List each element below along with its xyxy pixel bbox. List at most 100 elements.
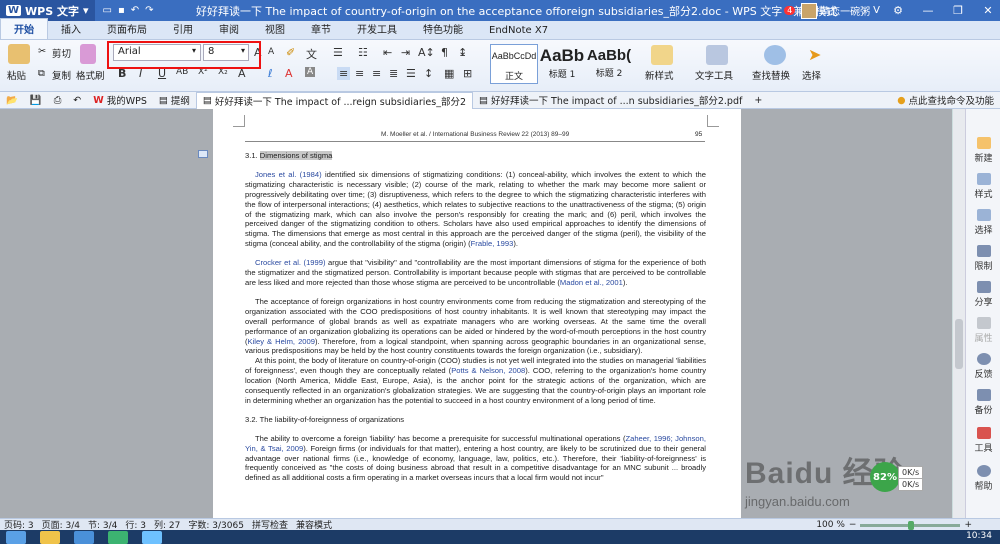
format-painter-button[interactable]: 格式刷 xyxy=(76,68,105,82)
text-effect-icon[interactable]: ℓ xyxy=(268,67,273,80)
shrink-font-icon[interactable]: A xyxy=(268,47,274,57)
find-replace-button[interactable]: 查找替换 xyxy=(752,68,790,82)
redo-icon[interactable]: ↷ xyxy=(145,5,153,16)
copy-icon[interactable]: ⧉ xyxy=(38,68,45,79)
cut-button[interactable]: 剪切 xyxy=(52,46,71,60)
sidebar-item-share[interactable]: 分享 xyxy=(966,281,1000,308)
taskbar-app-icon[interactable] xyxy=(142,531,162,544)
tab-view[interactable]: 视图 xyxy=(252,19,298,39)
save-icon[interactable]: ▪ xyxy=(118,5,125,16)
select-button[interactable]: 选择 xyxy=(802,68,821,82)
new-doc-icon[interactable]: ▭ xyxy=(103,5,112,16)
taskbar-app-icon[interactable] xyxy=(40,531,60,544)
minimize-button[interactable]: — xyxy=(916,0,940,21)
font-color-icon[interactable]: A xyxy=(285,67,293,80)
sidebar-item-select[interactable]: 选择 xyxy=(966,209,1000,236)
format-painter-icon[interactable] xyxy=(80,44,96,64)
text-tools-icon[interactable] xyxy=(706,45,728,65)
sidebar-item-tools[interactable]: 工具 xyxy=(966,427,1000,454)
new-tab-button[interactable]: + xyxy=(748,92,768,109)
cursor-arrow-icon[interactable]: ➤ xyxy=(808,45,821,64)
zoom-slider[interactable] xyxy=(860,520,961,530)
numbering-icon[interactable]: ☷ xyxy=(358,46,368,59)
zoom-level[interactable]: 100 % xyxy=(816,520,845,530)
citation-link[interactable]: Jones et al. (1984) xyxy=(255,170,322,179)
undo-icon[interactable]: ↶ xyxy=(131,5,139,16)
user-account[interactable]: 晴恋一碗粥 V xyxy=(801,2,880,19)
start-button[interactable] xyxy=(6,531,26,544)
tab-home[interactable]: 开始 xyxy=(0,18,48,39)
zoom-out-button[interactable]: − xyxy=(849,520,857,530)
sort-icon[interactable]: A↕ xyxy=(418,46,435,59)
paragraph-mark-icon[interactable]: ¶ xyxy=(441,46,448,59)
tab-insert[interactable]: 插入 xyxy=(48,19,94,39)
paste-icon[interactable] xyxy=(8,44,30,64)
print-icon[interactable]: ⎙ xyxy=(48,92,68,109)
settings-icon[interactable]: ⚙ xyxy=(886,0,910,21)
document-page[interactable]: M. Moeller et al. / International Busine… xyxy=(213,109,741,518)
clear-format-icon[interactable]: ✐ xyxy=(286,46,295,59)
tab-page-layout[interactable]: 页面布局 xyxy=(94,19,160,39)
tab-features[interactable]: 特色功能 xyxy=(410,19,476,39)
text-tools-button[interactable]: 文字工具 xyxy=(695,68,733,82)
tab-pdf-document[interactable]: ▤ 好好拜读一下 The impact of ...n subsidiaries… xyxy=(473,92,748,109)
document-body[interactable]: 3.1. Dimensions of stigma Jones et al. (… xyxy=(245,151,706,492)
sidebar-item-feedback[interactable]: 反馈 xyxy=(966,353,1000,380)
tab-my-wps[interactable]: W 我的WPS xyxy=(87,92,153,109)
undo-icon[interactable]: ↶ xyxy=(67,92,87,109)
save-icon[interactable]: 💾 xyxy=(24,92,48,109)
phonetic-icon[interactable]: 文 xyxy=(306,46,317,62)
find-replace-icon[interactable] xyxy=(764,45,786,65)
comment-marker-icon[interactable] xyxy=(198,150,208,158)
sidebar-item-properties[interactable]: 属性 xyxy=(966,317,1000,344)
borders-icon[interactable]: ⊞ xyxy=(463,67,472,80)
align-center-icon[interactable]: ≡ xyxy=(355,67,364,80)
sidebar-item-styles[interactable]: 样式 xyxy=(966,173,1000,200)
char-shading-icon[interactable]: A xyxy=(305,67,316,77)
tab-current-document[interactable]: ▤ 好好拜读一下 The impact of ...reign subsidia… xyxy=(195,91,474,109)
tab-section[interactable]: 章节 xyxy=(298,19,344,39)
zoom-slider-knob[interactable] xyxy=(908,520,915,530)
style-heading-1[interactable]: AaBb 标题 1 xyxy=(539,44,585,84)
tab-outline[interactable]: ▤ 提纲 xyxy=(153,92,196,109)
paste-button[interactable]: 粘贴 xyxy=(7,68,26,82)
command-search[interactable]: ● 点此查找命令及功能 xyxy=(891,92,1000,109)
scissors-icon[interactable]: ✂ xyxy=(38,46,46,57)
tab-endnote[interactable]: EndNote X7 xyxy=(476,23,561,39)
scrollbar-thumb[interactable] xyxy=(955,319,963,369)
notification-badge[interactable]: 4 xyxy=(784,6,796,15)
align-right-icon[interactable]: ≡ xyxy=(372,67,381,80)
tab-developer[interactable]: 开发工具 xyxy=(344,19,410,39)
sidebar-item-new[interactable]: 新建 xyxy=(966,137,1000,164)
zoom-in-button[interactable]: + xyxy=(964,520,972,530)
new-style-button[interactable]: 新样式 xyxy=(645,68,674,82)
decrease-indent-icon[interactable]: ⇤ xyxy=(383,46,392,59)
increase-indent-icon[interactable]: ⇥ xyxy=(401,46,410,59)
citation-link[interactable]: Kiley & Helm, 2009 xyxy=(248,337,315,346)
line-spacing-icon[interactable]: ↨ xyxy=(458,46,467,59)
citation-link[interactable]: Potts & Nelson, 2008 xyxy=(451,366,525,375)
align-left-icon[interactable]: ≡ xyxy=(337,67,351,80)
justify-icon[interactable]: ≣ xyxy=(389,67,398,80)
speed-widget[interactable]: 82% xyxy=(870,462,900,492)
open-icon[interactable]: 📂 xyxy=(0,92,24,109)
tab-references[interactable]: 引用 xyxy=(160,19,206,39)
copy-button[interactable]: 复制 xyxy=(52,68,71,82)
distribute-icon[interactable]: ☰ xyxy=(406,67,416,80)
citation-link[interactable]: Crocker et al. (1999) xyxy=(255,258,326,267)
line-spacing-icon[interactable]: ↕ xyxy=(424,67,433,80)
sidebar-item-restrict[interactable]: 限制 xyxy=(966,245,1000,272)
tab-review[interactable]: 审阅 xyxy=(206,19,252,39)
shading-icon[interactable]: ▦ xyxy=(444,67,454,80)
sidebar-item-help[interactable]: 帮助 xyxy=(966,465,1000,492)
taskbar-app-icon[interactable] xyxy=(74,531,94,544)
bullets-icon[interactable]: ☰ xyxy=(333,46,343,59)
style-heading-2[interactable]: AaBb( 标题 2 xyxy=(586,44,632,84)
citation-link[interactable]: Frable, 1993 xyxy=(471,239,514,248)
restore-button[interactable]: ❐ xyxy=(946,0,970,21)
citation-link[interactable]: Madon et al., 2001 xyxy=(560,278,623,287)
taskbar-app-icon[interactable] xyxy=(108,531,128,544)
sidebar-item-backup[interactable]: 备份 xyxy=(966,389,1000,416)
close-button[interactable]: ✕ xyxy=(976,0,1000,21)
style-normal[interactable]: AaBbCcDd 正文 xyxy=(490,44,538,84)
